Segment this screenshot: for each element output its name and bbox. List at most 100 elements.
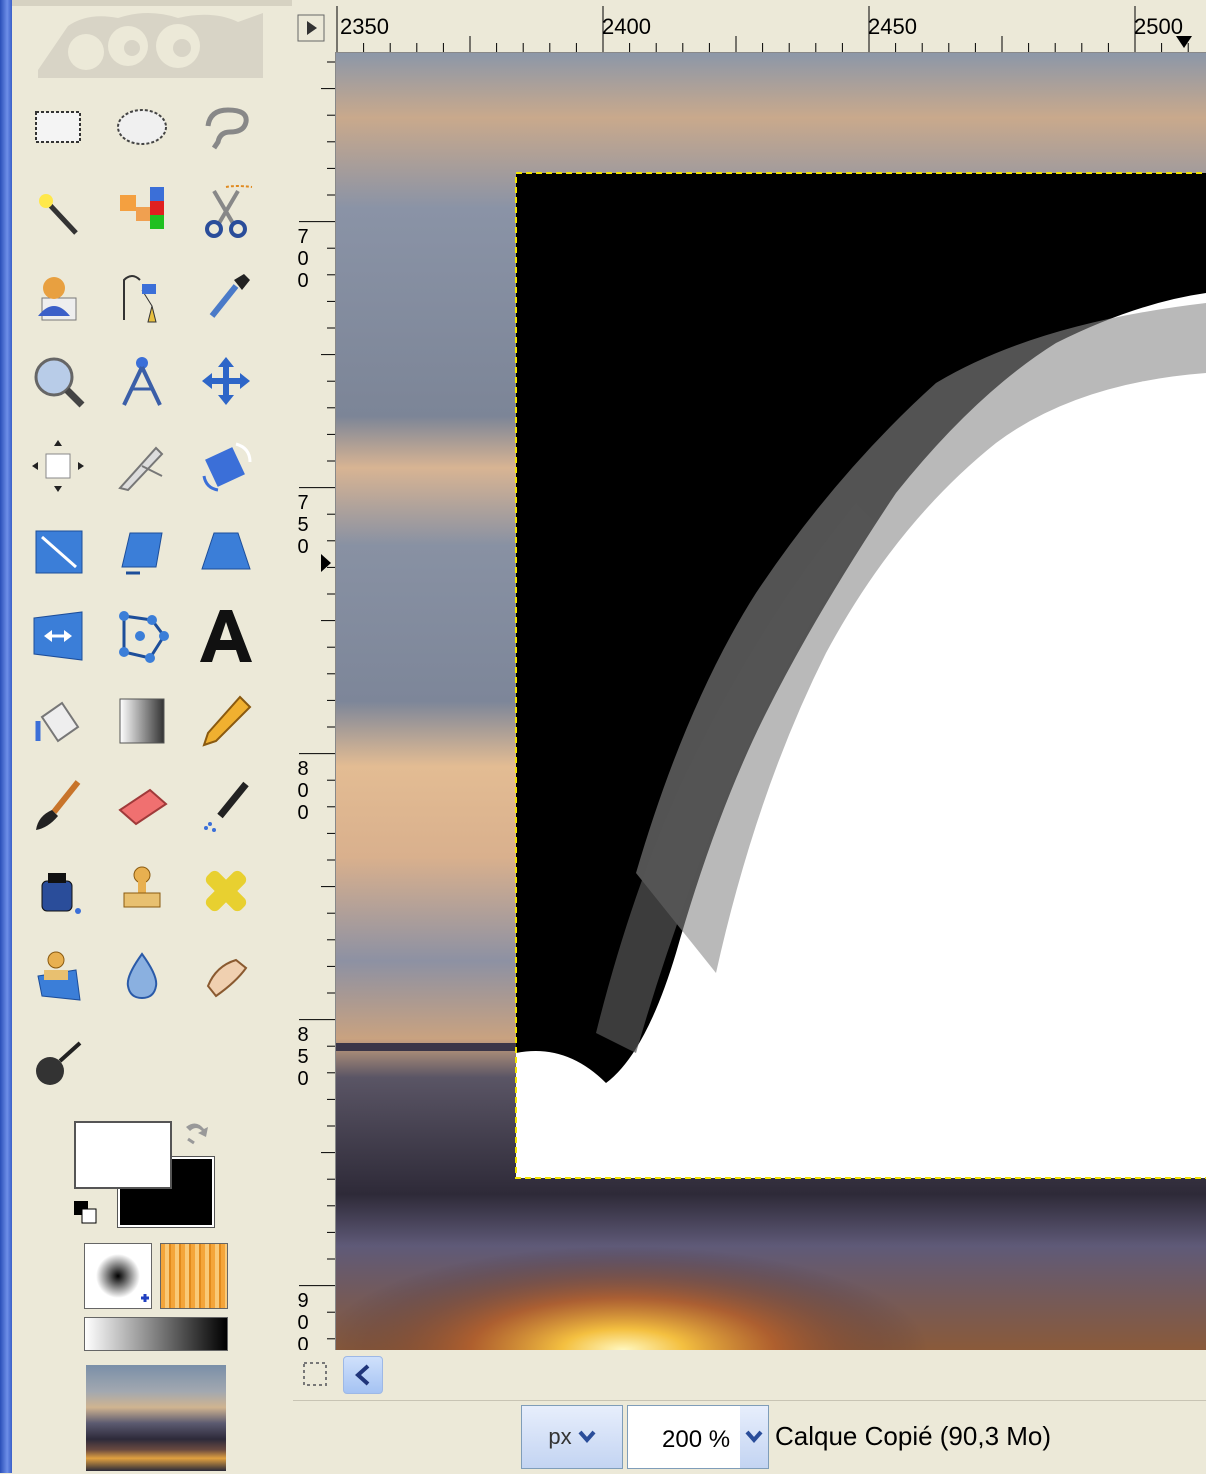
perspective-clone-tool[interactable] <box>24 940 92 1012</box>
heal-icon <box>205 870 247 912</box>
ruler-label: 700 <box>297 226 309 292</box>
paintbrush-tool[interactable] <box>24 770 92 842</box>
ruler-label: 800 <box>297 758 309 824</box>
color-picker-icon <box>209 274 250 318</box>
eraser-tool[interactable] <box>108 770 176 842</box>
flip-tool[interactable] <box>24 600 92 672</box>
ellipse-select-icon <box>117 109 167 145</box>
fuzzy-select-tool[interactable] <box>24 175 92 247</box>
rect-select-tool[interactable] <box>24 90 92 162</box>
ruler-corner-menu-icon[interactable] <box>297 14 325 42</box>
blur-sharpen-tool[interactable] <box>108 940 176 1012</box>
toolbox-titlebar <box>12 0 292 6</box>
window-border <box>0 0 12 1473</box>
zoom-select[interactable]: 200 % <box>627 1405 769 1469</box>
chevron-left-icon <box>355 1364 370 1386</box>
blur-sharpen-icon <box>126 952 158 1000</box>
paintbrush-icon <box>36 780 81 830</box>
measure-tool[interactable] <box>108 345 176 417</box>
rotate-tool[interactable] <box>192 430 260 502</box>
flip-icon <box>33 611 83 661</box>
foreground-color-swatch[interactable] <box>74 1121 172 1189</box>
ink-tool[interactable] <box>24 855 92 927</box>
image-canvas[interactable] <box>336 53 1206 1350</box>
move-icon <box>202 357 250 405</box>
airbrush-tool[interactable] <box>192 770 260 842</box>
blend-tool[interactable] <box>108 685 176 757</box>
quick-mask-icon[interactable] <box>301 1360 329 1388</box>
align-tool[interactable] <box>24 430 92 502</box>
ruler-label: 2450 <box>868 14 917 39</box>
eraser-icon <box>118 788 168 826</box>
ruler-label: 2350 <box>340 14 389 39</box>
horizontal-scroll-area <box>293 1350 1206 1400</box>
fg-bg-color-area <box>72 1115 222 1233</box>
free-select-tool[interactable] <box>192 90 260 162</box>
crop-tool[interactable] <box>108 430 176 502</box>
brush-preview[interactable] <box>84 1243 152 1309</box>
pattern-preview[interactable] <box>160 1243 228 1309</box>
perspective-clone-icon <box>37 951 81 1001</box>
text-icon <box>200 610 252 662</box>
text-tool[interactable] <box>192 600 260 672</box>
airbrush-icon <box>204 781 249 832</box>
gradient-preview[interactable] <box>84 1317 228 1351</box>
crop-icon <box>118 446 164 492</box>
dodge-burn-tool[interactable] <box>24 1025 92 1097</box>
chevron-down-icon <box>578 1430 596 1444</box>
active-image-thumbnail[interactable] <box>86 1365 226 1471</box>
bucket-fill-icon <box>35 701 80 743</box>
measure-icon <box>122 357 162 406</box>
select-by-color-tool[interactable] <box>108 175 176 247</box>
bucket-fill-tool[interactable] <box>24 685 92 757</box>
rect-select-icon <box>35 111 81 143</box>
horizontal-ruler-ticks <box>336 6 1189 52</box>
ruler-label: 900 <box>297 1290 309 1356</box>
rotate-icon <box>202 442 252 492</box>
dodge-burn-icon <box>36 1041 82 1085</box>
horizontal-ruler[interactable]: 2350 2400 2450 2500 <box>332 0 1206 53</box>
scale-icon <box>35 530 83 574</box>
move-tool[interactable] <box>192 345 260 417</box>
pointer-marker-icon <box>1176 36 1192 48</box>
clone-tool[interactable] <box>108 855 176 927</box>
unit-value: px <box>548 1424 572 1449</box>
wilber-logo-icon <box>38 13 263 78</box>
ellipse-select-tool[interactable] <box>108 90 176 162</box>
ruler-label: 850 <box>297 1024 309 1090</box>
status-bar: px 200 % Calque Copié (90,3 Mo) <box>293 1400 1206 1474</box>
perspective-icon <box>201 532 251 570</box>
default-colors-icon[interactable] <box>72 1199 100 1227</box>
zoom-value: 200 % <box>662 1426 731 1453</box>
smudge-icon <box>206 958 248 998</box>
ink-icon <box>41 873 81 914</box>
color-picker-tool[interactable] <box>192 260 260 332</box>
foreground-select-icon <box>38 277 77 321</box>
scissors-select-icon <box>205 185 253 238</box>
scale-tool[interactable] <box>24 515 92 587</box>
brush-icon <box>96 1254 149 1302</box>
pencil-tool[interactable] <box>192 685 260 757</box>
foreground-select-tool[interactable] <box>24 260 92 332</box>
zoom-dropdown-button[interactable] <box>740 1406 768 1468</box>
paths-tool[interactable] <box>108 260 176 332</box>
blend-icon <box>119 698 165 744</box>
zoom-tool[interactable] <box>24 345 92 417</box>
heal-tool[interactable] <box>192 855 260 927</box>
ruler-label: 2400 <box>602 14 651 39</box>
scroll-left-button[interactable] <box>343 1356 383 1394</box>
perspective-tool[interactable] <box>192 515 260 587</box>
layer-info-label: Calque Copié (90,3 Mo) <box>775 1421 1052 1451</box>
vertical-ruler[interactable]: 700 750 800 850 900 <box>293 52 336 1356</box>
clone-icon <box>123 866 161 908</box>
unit-select[interactable]: px <box>521 1405 623 1469</box>
free-select-icon <box>205 107 249 150</box>
cage-transform-tool[interactable] <box>108 600 176 672</box>
ruler-label: 750 <box>297 492 309 558</box>
shear-tool[interactable] <box>108 515 176 587</box>
swap-colors-icon[interactable] <box>180 1117 212 1149</box>
scissors-select-tool[interactable] <box>192 175 260 247</box>
pointer-marker-icon <box>321 554 331 572</box>
smudge-tool[interactable] <box>192 940 260 1012</box>
select-by-color-icon <box>120 187 164 229</box>
